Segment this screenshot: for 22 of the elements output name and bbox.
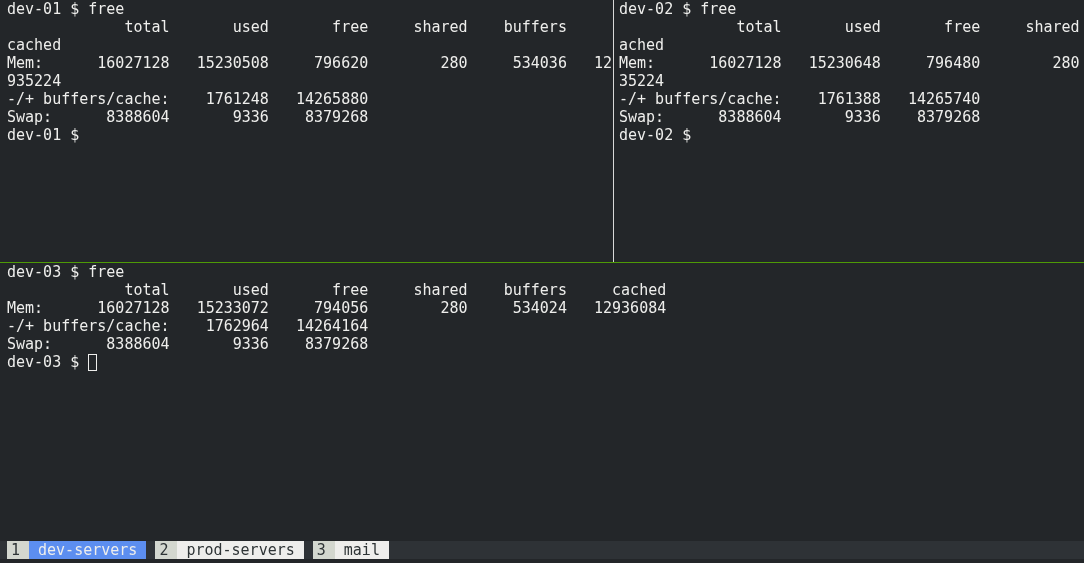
terminal-line: Swap: 8388604 9336 8379268 <box>7 108 369 126</box>
terminal-line: Mem: 16027128 15230508 796620 280 534036 12 <box>7 54 613 72</box>
terminal-line: Swap: 8388604 9336 8379268 <box>7 335 369 353</box>
terminal-line: Mem: 16027128 15230648 796480 280 <box>619 54 1080 72</box>
terminal-line: dev-02 $ free <box>619 0 737 18</box>
terminal-line: -/+ buffers/cache: 1761388 14265740 <box>619 90 981 108</box>
terminal-line: -/+ buffers/cache: 1761248 14265880 <box>7 90 369 108</box>
terminal-line: dev-03 $ free <box>7 263 125 281</box>
terminal-line: 35224 <box>619 72 665 90</box>
terminal-line: total used free shared buffers cached <box>123 281 667 299</box>
terminal-line: cached <box>7 36 62 54</box>
terminal-line: dev-01 $ free <box>7 0 125 18</box>
terminal-line: total used free shared <box>735 18 1080 36</box>
terminal-line: -/+ buffers/cache: 1762964 14264164 <box>7 317 369 335</box>
terminal-line: 935224 <box>7 72 62 90</box>
shell-prompt: dev-03 $ <box>7 353 81 371</box>
shell-prompt: dev-02 $ <box>619 126 693 144</box>
shell-prompt: dev-01 $ <box>7 126 81 144</box>
terminal-line: Swap: 8388604 9336 8379268 <box>619 108 981 126</box>
terminal-line: Mem: 16027128 15233072 794056 280 534024 12936084 <box>7 299 667 317</box>
terminal-line: total used free shared buffers <box>123 18 567 36</box>
terminal-line: ached <box>619 36 665 54</box>
